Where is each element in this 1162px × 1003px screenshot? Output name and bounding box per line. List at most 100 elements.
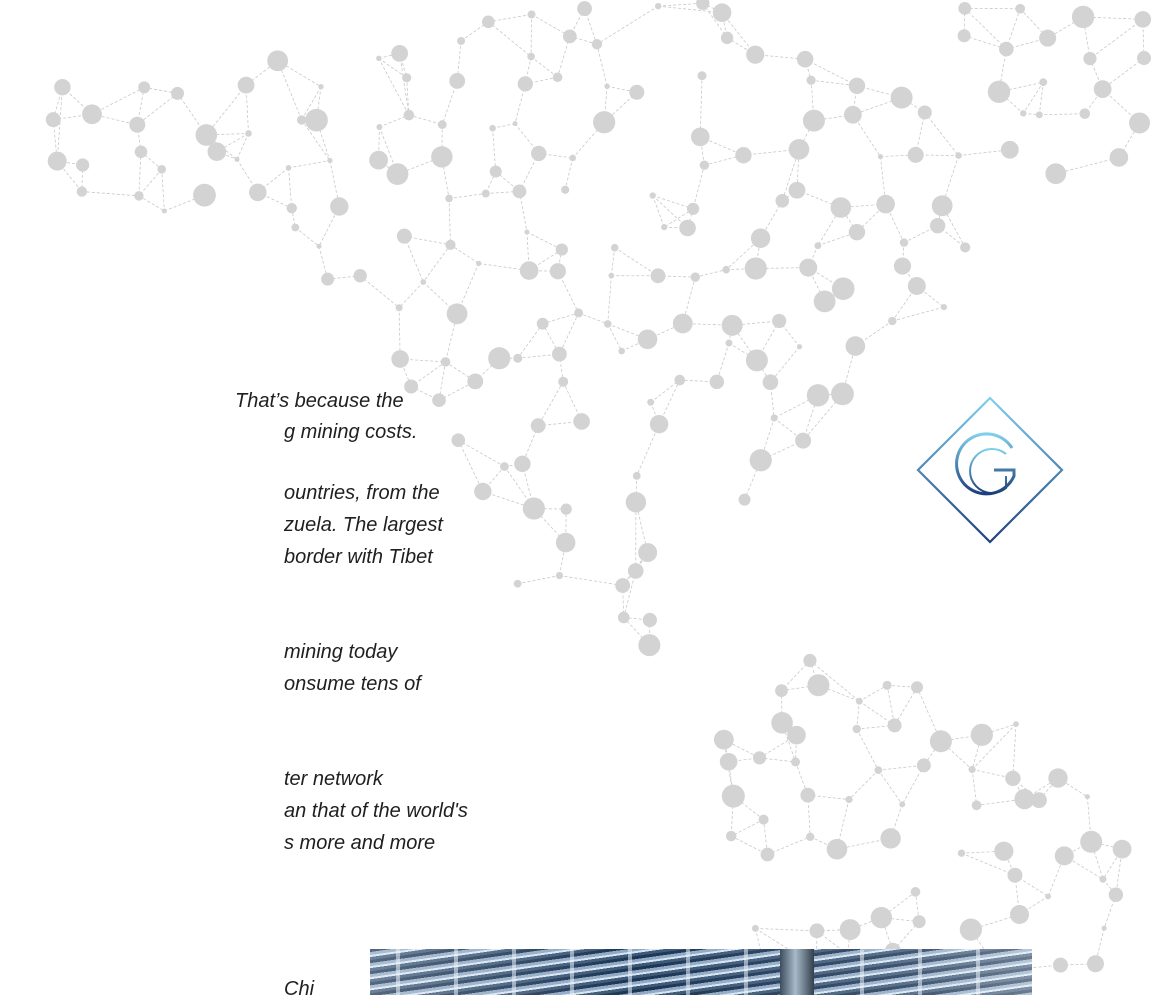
network-node — [720, 753, 738, 771]
network-node — [404, 110, 415, 121]
network-link — [399, 282, 423, 308]
network-node — [593, 111, 615, 133]
network-node — [638, 543, 657, 562]
network-node — [750, 449, 772, 471]
network-node — [883, 681, 892, 690]
network-link — [449, 194, 486, 199]
network-node — [397, 229, 412, 244]
network-node — [628, 563, 644, 579]
network-link — [1013, 724, 1016, 778]
network-node — [488, 347, 510, 369]
network-node — [789, 139, 810, 160]
text-line: ountries, from the — [284, 479, 440, 507]
network-node — [735, 147, 751, 163]
network-link — [651, 380, 680, 402]
network-node — [814, 291, 836, 313]
network-node — [618, 612, 630, 624]
article-text-column: That’s because the g mining costs. ountr… — [0, 0, 300, 995]
network-node — [649, 192, 655, 198]
network-node — [396, 304, 403, 311]
network-node — [561, 186, 569, 194]
network-node — [775, 684, 788, 697]
network-node — [844, 106, 862, 124]
network-node — [721, 32, 733, 44]
network-node — [647, 399, 654, 406]
network-node — [1085, 794, 1090, 799]
text-line: mining today — [284, 638, 397, 666]
network-link — [615, 248, 658, 276]
network-node — [615, 578, 630, 593]
network-node — [650, 415, 668, 433]
network-node — [531, 146, 546, 161]
network-node — [524, 230, 529, 235]
network-link — [857, 729, 879, 770]
network-node — [789, 182, 806, 199]
network-link — [518, 576, 560, 584]
network-link — [1039, 114, 1085, 115]
network-node — [449, 73, 465, 89]
network-link — [972, 769, 976, 805]
network-node — [908, 277, 926, 295]
network-node — [714, 730, 734, 750]
network-node — [955, 152, 962, 159]
network-node — [604, 320, 612, 328]
text-line: ter network — [284, 765, 383, 793]
network-node — [1010, 905, 1029, 924]
network-link — [565, 158, 573, 190]
network-node — [531, 418, 546, 433]
network-node — [791, 757, 800, 766]
network-node — [513, 184, 527, 198]
network-node — [1094, 80, 1112, 98]
network-node — [691, 272, 700, 281]
network-link — [767, 837, 810, 855]
network-node — [787, 726, 806, 745]
network-node — [474, 483, 491, 500]
network-node — [1020, 110, 1026, 116]
network-link — [597, 44, 607, 86]
network-node — [514, 580, 522, 588]
network-link — [531, 57, 557, 78]
network-node — [696, 0, 709, 10]
text-line: zuela. The largest — [284, 511, 443, 539]
network-node — [552, 347, 567, 362]
network-node — [661, 224, 667, 230]
network-node — [432, 393, 446, 407]
network-node — [679, 220, 696, 237]
network-node — [900, 238, 908, 246]
network-node — [1001, 141, 1019, 159]
network-link — [925, 112, 959, 155]
network-node — [327, 158, 332, 163]
network-link — [458, 440, 504, 466]
network-node — [722, 785, 745, 808]
network-node — [476, 261, 481, 266]
network-node — [1048, 768, 1067, 787]
network-node — [1129, 112, 1150, 133]
network-node — [800, 788, 815, 803]
network-node — [806, 833, 814, 841]
network-node — [482, 16, 495, 29]
network-node — [317, 244, 322, 249]
network-node — [420, 279, 426, 285]
network-node — [725, 340, 732, 347]
network-node — [960, 919, 982, 941]
network-node — [376, 56, 381, 61]
network-node — [1102, 926, 1107, 931]
network-node — [655, 3, 661, 9]
network-node — [482, 190, 490, 198]
network-node — [891, 87, 913, 109]
network-node — [618, 348, 625, 355]
network-node — [958, 849, 965, 856]
network-node — [1005, 771, 1020, 786]
network-node — [878, 154, 883, 159]
network-node — [849, 78, 865, 94]
euro-g-diamond-logo — [916, 396, 1064, 544]
network-node — [445, 240, 455, 250]
network-link — [658, 6, 722, 13]
network-node — [726, 831, 736, 841]
network-node — [849, 224, 865, 240]
network-link — [653, 196, 664, 228]
network-node — [1036, 111, 1043, 118]
network-node — [972, 800, 982, 810]
network-node — [537, 318, 549, 330]
network-node — [941, 304, 947, 310]
